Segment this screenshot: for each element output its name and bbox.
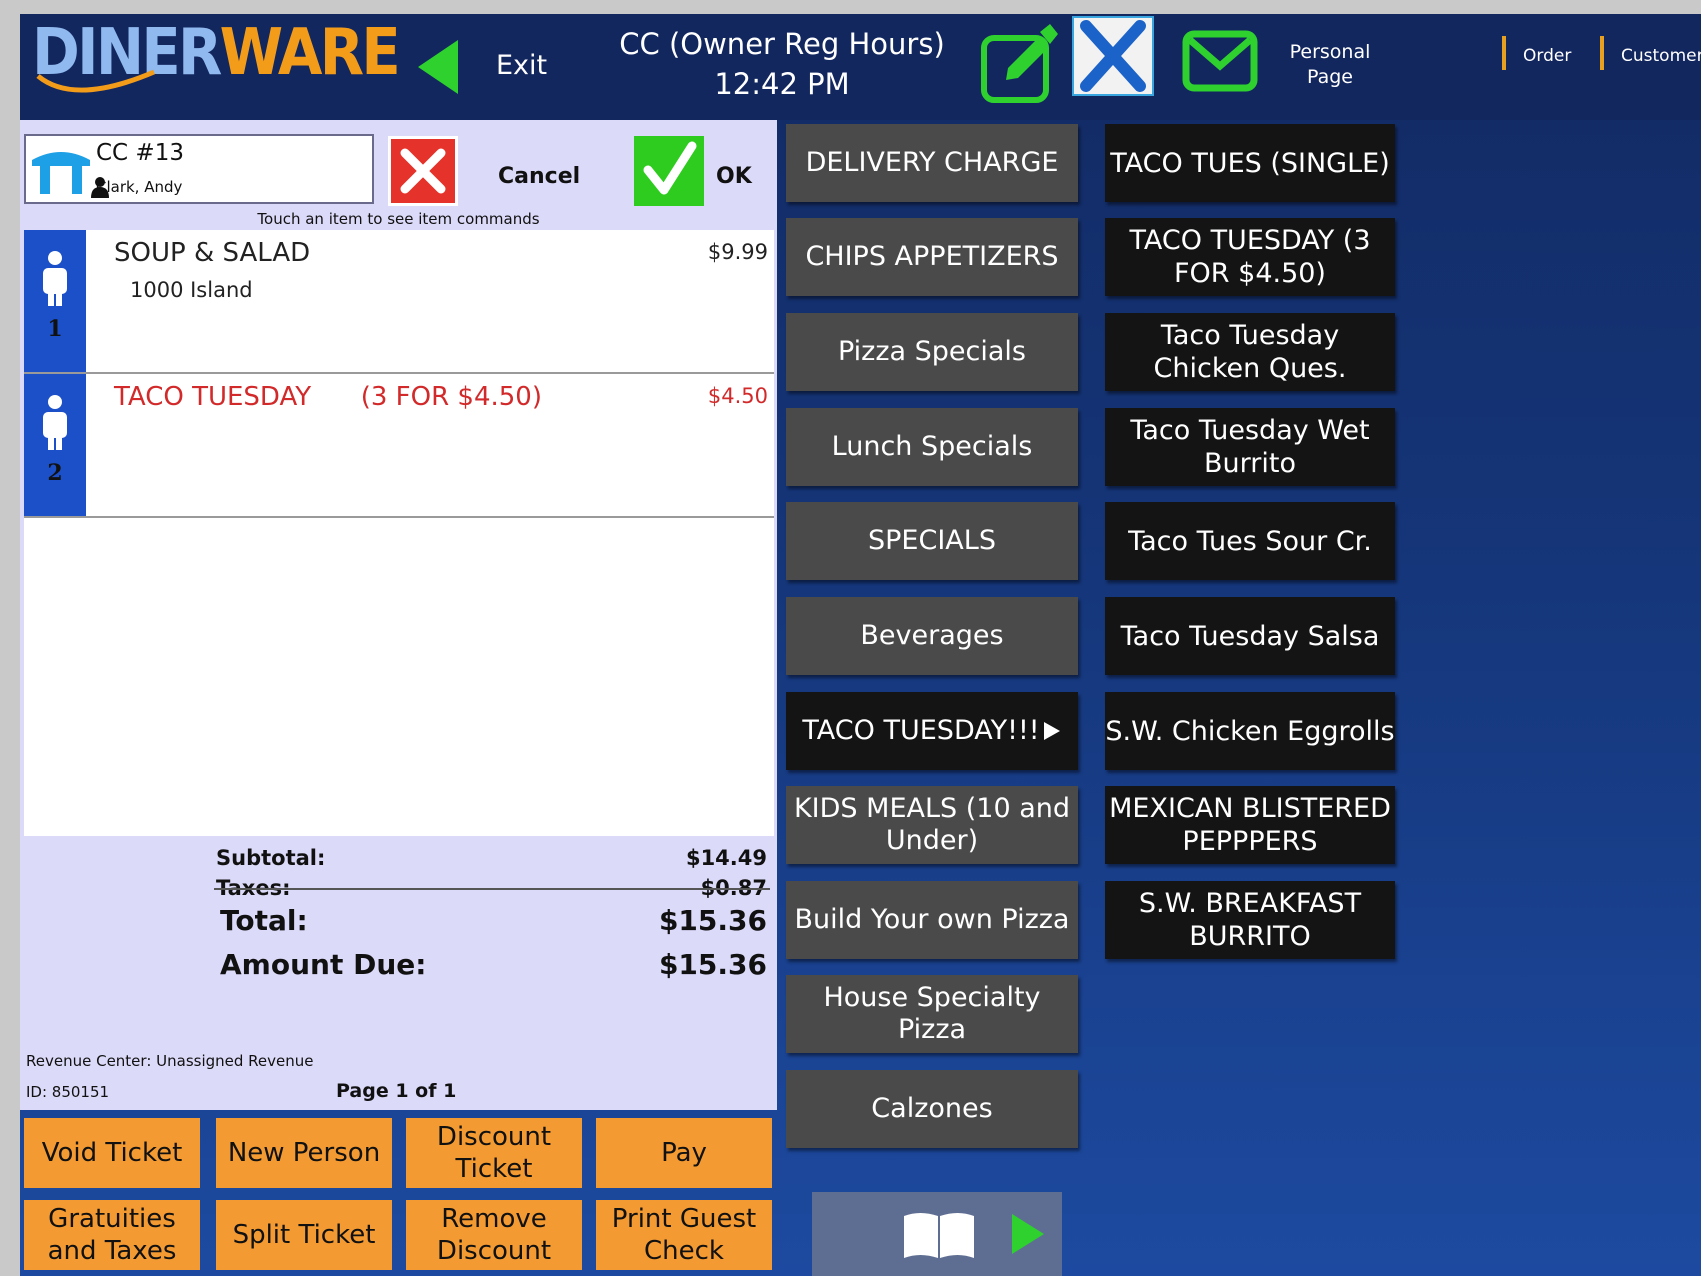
seat-number: 1 (47, 316, 63, 342)
ticket-header[interactable]: CC #13 Clark, Andy (24, 134, 374, 204)
app-logo: DINERWARE (32, 14, 412, 100)
ok-button[interactable] (634, 136, 704, 206)
tab-separator (1600, 36, 1604, 70)
category-label: TACO TUESDAY!!! (802, 715, 1040, 746)
item-price: $4.50 (707, 384, 768, 408)
gratuities-taxes-button[interactable]: Gratuities and Taxes (24, 1200, 200, 1270)
table-icon (32, 152, 90, 194)
register-title: CC (Owner Reg Hours) (619, 27, 945, 61)
play-icon (1043, 722, 1060, 740)
menu-item-taco-tuesday-wet-burrito[interactable]: Taco Tuesday Wet Burrito (1105, 408, 1395, 486)
exit-label[interactable]: Exit (496, 50, 547, 81)
person-icon (43, 251, 67, 306)
tab-separator (1502, 36, 1506, 70)
split-ticket-button[interactable]: Split Ticket (216, 1200, 392, 1270)
category-specials[interactable]: SPECIALS (786, 502, 1078, 580)
item-name: TACO TUESDAY (3 FOR $4.50) (114, 382, 542, 412)
item-modifier: 1000 Island (130, 278, 253, 302)
book-icon[interactable] (900, 1206, 978, 1262)
ticket-items: 1 SOUP & SALAD 1000 Island $9.99 2 TACO … (24, 230, 774, 836)
checkmark-icon (643, 141, 697, 195)
person-icon (43, 395, 67, 450)
ok-label[interactable]: OK (716, 164, 752, 189)
pos-window: DINERWARE Exit CC (Owner Reg Hours) 12:4… (20, 14, 1701, 1276)
ticket-item-row[interactable]: 2 TACO TUESDAY (3 FOR $4.50) $4.50 (24, 374, 774, 518)
header-bar: DINERWARE Exit CC (Owner Reg Hours) 12:4… (20, 14, 1701, 120)
category-build-your-own-pizza[interactable]: Build Your own Pizza (786, 881, 1078, 959)
header-title-block: CC (Owner Reg Hours) 12:42 PM (582, 24, 982, 104)
menu-item-taco-tues-single[interactable]: TACO TUES (SINGLE) (1105, 124, 1395, 202)
menu-item-sw-chicken-eggrolls[interactable]: S.W. Chicken Eggrolls (1105, 692, 1395, 770)
menu-item-sw-breakfast-burrito[interactable]: S.W. BREAKFAST BURRITO (1105, 881, 1395, 959)
tab-order[interactable]: Order (1523, 46, 1571, 66)
item-price: $9.99 (707, 240, 768, 264)
totals-divider (214, 888, 770, 890)
category-calzones[interactable]: Calzones (786, 1070, 1078, 1148)
menu-page-nav (812, 1192, 1062, 1276)
total-value: $15.36 (658, 904, 767, 937)
clock: 12:42 PM (714, 67, 850, 101)
category-chips-appetizers[interactable]: CHIPS APPETIZERS (786, 218, 1078, 296)
seat-number: 2 (47, 460, 63, 486)
edit-icon[interactable] (978, 24, 1060, 106)
seat-tab[interactable]: 1 (24, 230, 86, 372)
pay-button[interactable]: Pay (596, 1118, 772, 1188)
category-lunch-specials[interactable]: Lunch Specials (786, 408, 1078, 486)
close-icon[interactable] (1072, 16, 1154, 96)
menu-item-mexican-blistered-peppers[interactable]: MEXICAN BLISTERED PEPPPERS (1105, 786, 1395, 864)
back-arrow-icon[interactable] (412, 36, 472, 98)
item-name: SOUP & SALAD (114, 238, 311, 268)
total-label: Total: (220, 904, 308, 937)
personal-page-link[interactable]: Personal Page (1270, 40, 1390, 90)
menu-item-taco-tues-sour-cr[interactable]: Taco Tues Sour Cr. (1105, 502, 1395, 580)
ticket-id: ID: 850151 (26, 1083, 110, 1101)
category-beverages[interactable]: Beverages (786, 597, 1078, 675)
ticket-name: CC #13 (96, 140, 184, 166)
ticket-panel: CC #13 Clark, Andy Cancel OK Touch an it… (20, 120, 777, 1110)
tab-customer[interactable]: Customer (1621, 46, 1701, 66)
category-house-specialty-pizza[interactable]: House Specialty Pizza (786, 975, 1078, 1053)
menu-item-taco-tuesday-chicken-ques[interactable]: Taco Tuesday Chicken Ques. (1105, 313, 1395, 391)
discount-ticket-button[interactable]: Discount Ticket (406, 1118, 582, 1188)
print-guest-check-button[interactable]: Print Guest Check (596, 1200, 772, 1270)
subtotal-value: $14.49 (685, 846, 767, 870)
page-indicator: Page 1 of 1 (336, 1080, 457, 1102)
menu-item-taco-tuesday-salsa[interactable]: Taco Tuesday Salsa (1105, 597, 1395, 675)
ticket-item-row[interactable]: 1 SOUP & SALAD 1000 Island $9.99 (24, 230, 774, 374)
cancel-button[interactable] (388, 136, 458, 206)
amount-due-label: Amount Due: (220, 948, 427, 981)
category-pizza-specials[interactable]: Pizza Specials (786, 313, 1078, 391)
subtotal-label: Subtotal: (216, 846, 326, 870)
category-kids-meals[interactable]: KIDS MEALS (10 and Under) (786, 786, 1078, 864)
new-person-button[interactable]: New Person (216, 1118, 392, 1188)
remove-discount-button[interactable]: Remove Discount (406, 1200, 582, 1270)
revenue-center: Revenue Center: Unassigned Revenue (26, 1052, 314, 1070)
seat-tab[interactable]: 2 (24, 374, 86, 516)
cancel-label[interactable]: Cancel (498, 164, 580, 189)
void-ticket-button[interactable]: Void Ticket (24, 1118, 200, 1188)
amount-due-value: $15.36 (658, 948, 767, 981)
category-taco-tuesday[interactable]: TACO TUESDAY!!! (786, 692, 1078, 770)
play-icon[interactable] (1008, 1210, 1048, 1258)
menu-item-taco-tuesday-3-for[interactable]: TACO TUESDAY (3 FOR $4.50) (1105, 218, 1395, 296)
touch-hint: Touch an item to see item commands (257, 210, 540, 228)
category-delivery-charge[interactable]: DELIVERY CHARGE (786, 124, 1078, 202)
logo-swoosh-icon (36, 69, 155, 93)
ticket-person: Clark, Andy (96, 178, 183, 196)
close-icon (400, 148, 446, 194)
mail-icon[interactable] (1182, 28, 1258, 96)
